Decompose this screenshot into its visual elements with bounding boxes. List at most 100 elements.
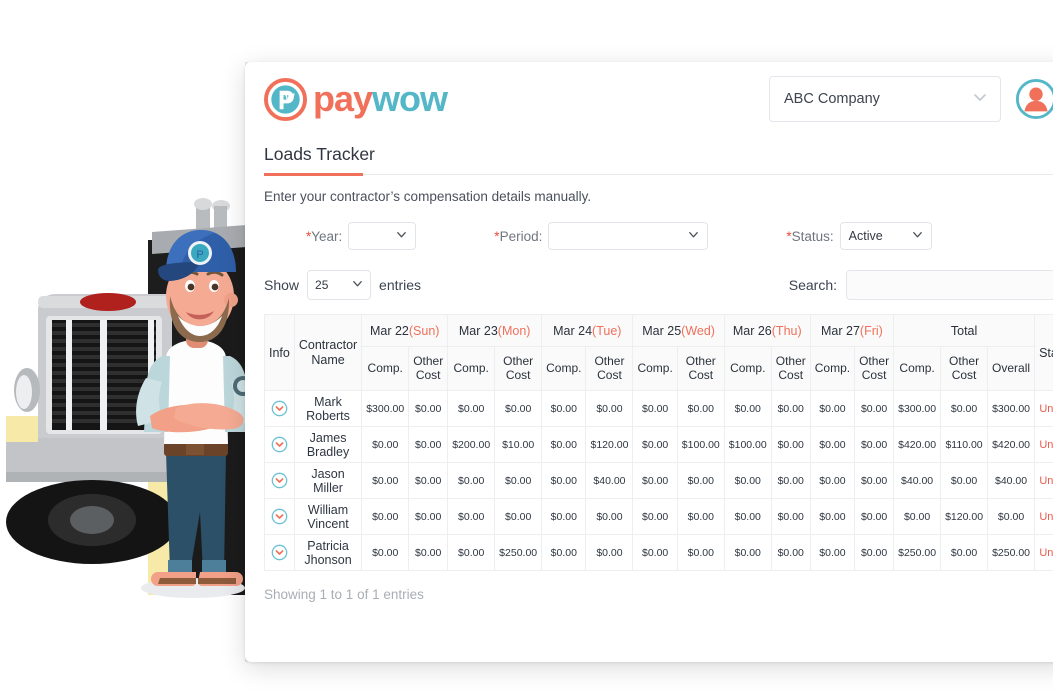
subcol-comp-5: Comp. [809, 346, 856, 391]
amount-cell: $0.00 [408, 462, 449, 499]
amount-cell: $0.00 [585, 390, 634, 427]
subcol-comp-0: Comp. [361, 346, 410, 391]
chevron-down-icon [972, 89, 988, 109]
amount-cell: $0.00 [361, 462, 410, 499]
total-other-cell: $110.00 [940, 426, 989, 463]
app-window: W paywow ABC Company Loads Tracker Enter… [245, 62, 1053, 662]
search-input[interactable] [846, 270, 1053, 300]
amount-cell: $0.00 [809, 462, 856, 499]
day-date: Mar 23 [458, 323, 498, 338]
expand-row-chevron-icon[interactable] [271, 544, 288, 561]
expand-row-chevron-icon[interactable] [271, 400, 288, 417]
amount-cell: $0.00 [854, 462, 895, 499]
amount-cell: $0.00 [676, 462, 725, 499]
amount-cell: $0.00 [854, 498, 895, 535]
amount-cell: $0.00 [541, 534, 587, 571]
total-other-cell: $0.00 [940, 534, 989, 571]
amount-cell: $0.00 [770, 534, 811, 571]
day-date: Mar 25 [642, 323, 682, 338]
subcol-comp-1: Comp. [447, 346, 496, 391]
entries-per-page-value: 25 [315, 278, 329, 292]
page-header: Loads Tracker Enter your contractor’s co… [245, 136, 1053, 204]
status-badge: Unpaid [1034, 498, 1053, 535]
entries-per-page-select[interactable]: 25 [307, 270, 372, 300]
table-row: Patricia Jhonson $0.00 $0.00 $0.00 $250.00 $0… [264, 534, 1053, 571]
amount-cell: $0.00 [854, 390, 895, 427]
total-other-cell: $0.00 [940, 390, 989, 427]
period-select[interactable] [548, 222, 709, 250]
user-avatar[interactable] [1015, 78, 1053, 120]
status-filter: *Status: Active [786, 222, 932, 250]
period-label: *Period: [494, 229, 542, 244]
amount-cell: $0.00 [541, 498, 587, 535]
amount-cell: $0.00 [361, 426, 410, 463]
svg-text:W: W [285, 92, 295, 103]
row-expand-cell[interactable] [264, 498, 295, 535]
expand-row-chevron-icon[interactable] [271, 472, 288, 489]
col-header-info: Info [264, 314, 295, 391]
status-label-text: Status: [791, 228, 834, 244]
col-header-day-0: Mar 22(Sun) [361, 314, 449, 347]
amount-cell: $10.00 [494, 426, 543, 463]
amount-cell: $0.00 [632, 534, 678, 571]
truck-driver-illustration: P [0, 120, 270, 620]
amount-cell: $0.00 [585, 534, 634, 571]
loads-table-body: Mark Roberts $300.00 $0.00 $0.00 $0.00 $0.00 $… [264, 390, 1053, 571]
amount-cell: $0.00 [632, 390, 678, 427]
status-badge: Unpaid [1034, 462, 1053, 499]
amount-cell: $0.00 [447, 462, 496, 499]
table-controls: Show 25 entries Search: [245, 270, 1053, 300]
amount-cell: $200.00 [447, 426, 496, 463]
day-date: Mar 27 [821, 323, 860, 338]
paywow-logo[interactable]: W paywow [264, 77, 448, 121]
expand-row-chevron-icon[interactable] [271, 508, 288, 525]
company-selector[interactable]: ABC Company [769, 76, 1001, 122]
subcol-total-overall: Overall [987, 346, 1036, 391]
row-expand-cell[interactable] [264, 426, 295, 463]
total-comp-cell: $40.00 [893, 462, 942, 499]
row-expand-cell[interactable] [264, 534, 295, 571]
amount-cell: $0.00 [723, 390, 772, 427]
year-select[interactable] [348, 222, 417, 250]
amount-cell: $0.00 [809, 534, 856, 571]
amount-cell: $0.00 [408, 426, 449, 463]
page-subtitle: Enter your contractor’s compensation det… [264, 189, 592, 204]
day-dow: (Mon) [497, 323, 531, 338]
row-expand-cell[interactable] [264, 462, 295, 499]
table-row: James Bradley $0.00 $0.00 $200.00 $10.00 $0.0… [264, 426, 1053, 463]
search-group: Search: [789, 270, 1053, 300]
amount-cell: $0.00 [676, 498, 725, 535]
contractor-name-cell: James Bradley [293, 426, 363, 463]
day-date: Mar 22 [369, 323, 409, 338]
header-row-dates: Info Contractor Name Mar 22(Sun) Mar 23(… [264, 314, 1053, 391]
col-header-status: Status [1034, 314, 1053, 391]
amount-cell: $300.00 [361, 390, 410, 427]
col-header-contractor-name: Contractor Name [293, 314, 363, 391]
status-select[interactable]: Active [839, 222, 932, 250]
app-topbar: W paywow ABC Company [245, 62, 1053, 136]
amount-cell: $100.00 [676, 426, 725, 463]
table-row: Mark Roberts $300.00 $0.00 $0.00 $0.00 $0.00 $… [264, 390, 1053, 427]
amount-cell: $0.00 [723, 498, 772, 535]
subcol-total-comp: Comp. [893, 346, 942, 391]
day-dow: (Tue) [592, 323, 622, 338]
subcol-other-5: Other Cost [854, 346, 895, 391]
row-expand-cell[interactable] [264, 390, 295, 427]
amount-cell: $0.00 [447, 534, 496, 571]
amount-cell: $0.00 [632, 498, 678, 535]
year-filter: *Year: [306, 222, 417, 250]
amount-cell: $0.00 [541, 426, 587, 463]
chevron-down-icon [680, 229, 699, 243]
subcol-comp-3: Comp. [632, 346, 678, 391]
total-comp-cell: $420.00 [893, 426, 942, 463]
entries-label: entries [379, 277, 422, 293]
amount-cell: $0.00 [408, 498, 449, 535]
loads-table-head: Info Contractor Name Mar 22(Sun) Mar 23(… [264, 314, 1053, 391]
amount-cell: $0.00 [676, 534, 725, 571]
day-date: Mar 24 [553, 323, 593, 338]
amount-cell: $0.00 [770, 426, 811, 463]
subcol-other-2: Other Cost [585, 346, 634, 391]
loads-table-container: Info Contractor Name Mar 22(Sun) Mar 23(… [245, 314, 1053, 571]
expand-row-chevron-icon[interactable] [271, 436, 288, 453]
col-header-day-4: Mar 26(Thu) [723, 314, 811, 347]
